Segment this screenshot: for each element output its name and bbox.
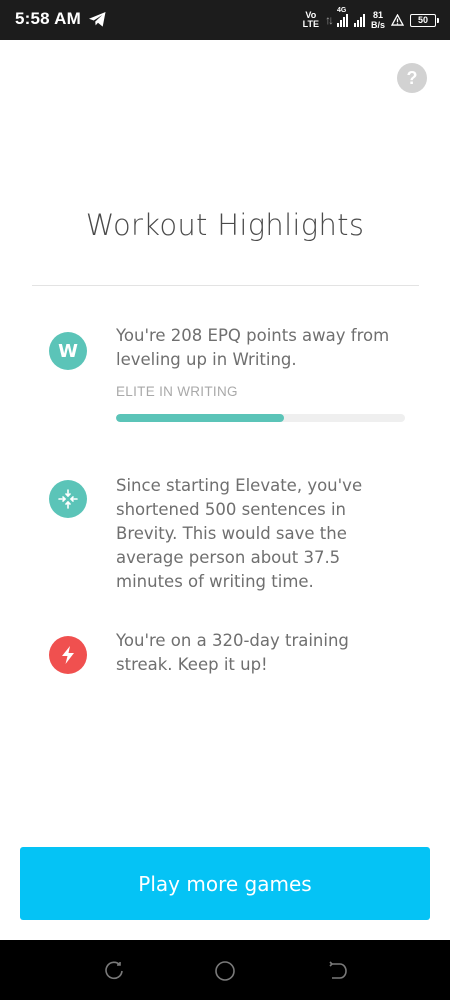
icon-letter: W <box>58 340 78 362</box>
warning-icon <box>391 14 404 26</box>
signal-sim1-icon: 4G <box>336 7 348 27</box>
telegram-icon <box>89 11 106 27</box>
back-icon[interactable] <box>327 960 349 982</box>
volte-bottom: LTE <box>302 19 319 29</box>
status-time: 5:58 AM <box>15 9 81 28</box>
help-button[interactable]: ? <box>397 63 427 93</box>
progress-bar <box>116 414 405 422</box>
compress-arrows-icon <box>49 480 87 518</box>
signal-sim2-icon <box>353 13 365 27</box>
help-icon: ? <box>406 67 418 88</box>
progress-fill <box>116 414 284 422</box>
network-type: 4G <box>336 7 347 14</box>
compress-arrows-glyph <box>58 489 78 509</box>
battery-icon: 50 <box>410 13 439 27</box>
network-speed: 81 B/s <box>371 10 385 30</box>
highlight-sublabel: ELITE IN WRITING <box>116 384 238 399</box>
divider <box>32 285 419 286</box>
speed-unit: B/s <box>370 20 385 30</box>
navigation-bar <box>0 940 450 1000</box>
volte-indicator: Vo LTE <box>303 11 319 29</box>
play-more-games-button[interactable]: Play more games <box>20 847 430 920</box>
battery-level: 50 <box>417 15 428 25</box>
status-icons: Vo LTE ↑↓ 4G 81 B/s 50 <box>303 7 439 32</box>
letter-w-icon: W <box>49 332 87 370</box>
highlight-text: Since starting Elevate, you've shortened… <box>116 476 363 591</box>
page-title: Workout Highlights <box>85 208 365 242</box>
home-icon[interactable] <box>214 960 236 982</box>
recent-apps-icon[interactable] <box>103 960 125 982</box>
highlight-text: You're on a 320-day training streak. Kee… <box>116 631 349 674</box>
speed-value: 81 <box>372 10 383 20</box>
status-bar: 5:58 AM Vo LTE ↑↓ 4G 81 B/s 50 <box>0 0 450 40</box>
lightning-bolt-icon <box>49 636 87 674</box>
highlight-text: You're 208 EPQ points away from leveling… <box>116 326 390 369</box>
lightning-bolt-glyph <box>62 646 74 664</box>
data-activity-icon: ↑↓ <box>324 13 334 27</box>
